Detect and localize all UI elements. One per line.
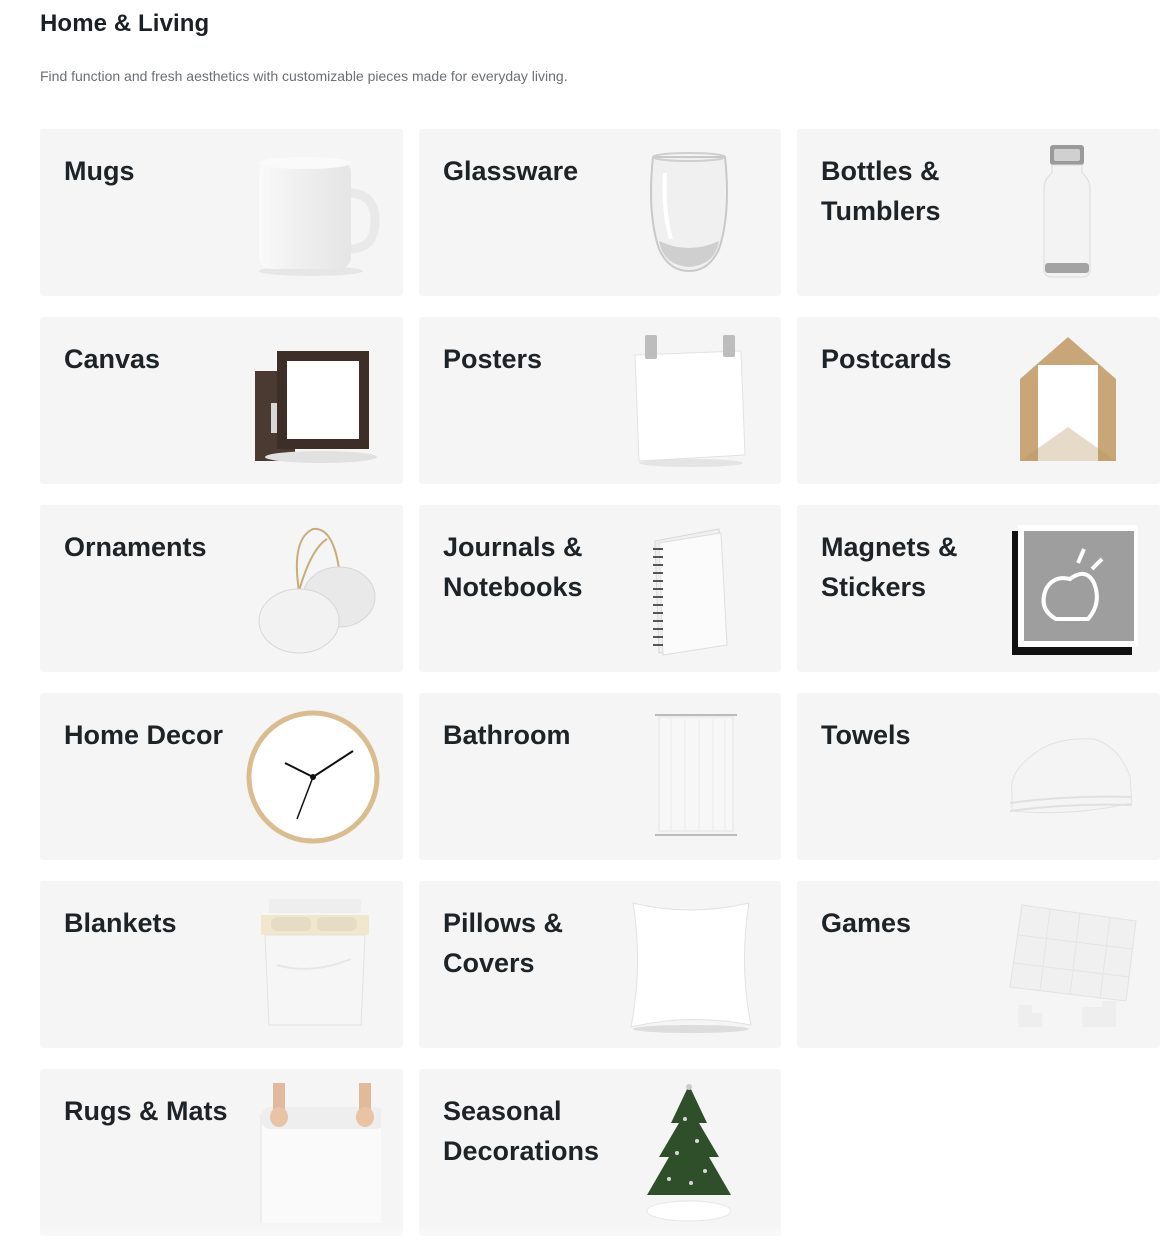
- category-card-seasonal-decorations[interactable]: Seasonal Decorations: [419, 1069, 781, 1236]
- category-card-glassware[interactable]: Glassware: [419, 129, 781, 296]
- sticker-image: [998, 519, 1138, 659]
- category-label: Mugs: [64, 156, 135, 186]
- category-label: Canvas: [64, 344, 161, 374]
- category-label: Games: [821, 908, 912, 938]
- mug-image: [241, 143, 381, 283]
- category-card-magnets-stickers[interactable]: Magnets & Stickers: [797, 505, 1160, 672]
- bottle-image: [998, 143, 1138, 283]
- category-grid: Mugs Glassware Bottles & Tumblers Canvas…: [40, 129, 1161, 1236]
- category-card-towels[interactable]: Towels: [797, 693, 1160, 860]
- rug-image: [241, 1083, 381, 1223]
- category-card-ornaments[interactable]: Ornaments: [40, 505, 403, 672]
- category-card-mugs[interactable]: Mugs: [40, 129, 403, 296]
- canvas-image: [241, 331, 381, 471]
- category-card-blankets[interactable]: Blankets: [40, 881, 403, 1048]
- page-subtitle: Find function and fresh aesthetics with …: [40, 68, 568, 84]
- category-card-posters[interactable]: Posters: [419, 317, 781, 484]
- category-label: Glassware: [443, 156, 579, 186]
- category-label: Bathroom: [443, 720, 571, 750]
- category-card-home-decor[interactable]: Home Decor: [40, 693, 403, 860]
- category-card-postcards[interactable]: Postcards: [797, 317, 1160, 484]
- postcard-envelope-image: [998, 331, 1138, 471]
- category-label: Journals & Notebooks: [443, 532, 583, 602]
- category-label: Seasonal Decorations: [443, 1096, 600, 1166]
- category-card-rugs-mats[interactable]: Rugs & Mats: [40, 1069, 403, 1236]
- christmas-tree-image: [619, 1083, 759, 1223]
- category-label: Towels: [821, 720, 911, 750]
- category-card-bottles-tumblers[interactable]: Bottles & Tumblers: [797, 129, 1160, 296]
- category-label: Home Decor: [64, 720, 224, 750]
- category-label: Blankets: [64, 908, 177, 938]
- category-label: Magnets & Stickers: [821, 532, 958, 602]
- category-label: Posters: [443, 344, 543, 374]
- category-card-games[interactable]: Games: [797, 881, 1160, 1048]
- category-card-canvas[interactable]: Canvas: [40, 317, 403, 484]
- category-card-pillows-covers[interactable]: Pillows & Covers: [419, 881, 781, 1048]
- category-label: Postcards: [821, 344, 952, 374]
- notebook-image: [619, 519, 759, 659]
- category-label: Bottles & Tumblers: [821, 156, 941, 226]
- page-title: Home & Living: [40, 10, 210, 37]
- clock-image: [241, 707, 381, 847]
- ornaments-image: [241, 519, 381, 659]
- category-card-bathroom[interactable]: Bathroom: [419, 693, 781, 860]
- blanket-bed-image: [241, 895, 381, 1035]
- shower-curtain-image: [619, 707, 759, 847]
- poster-image: [619, 331, 759, 471]
- category-label: Ornaments: [64, 532, 207, 562]
- puzzle-image: [998, 895, 1138, 1035]
- category-card-journals-notebooks[interactable]: Journals & Notebooks: [419, 505, 781, 672]
- category-label: Rugs & Mats: [64, 1096, 228, 1126]
- glass-image: [619, 143, 759, 283]
- towel-image: [998, 707, 1138, 847]
- category-label: Pillows & Covers: [443, 908, 564, 978]
- pillow-image: [619, 895, 759, 1035]
